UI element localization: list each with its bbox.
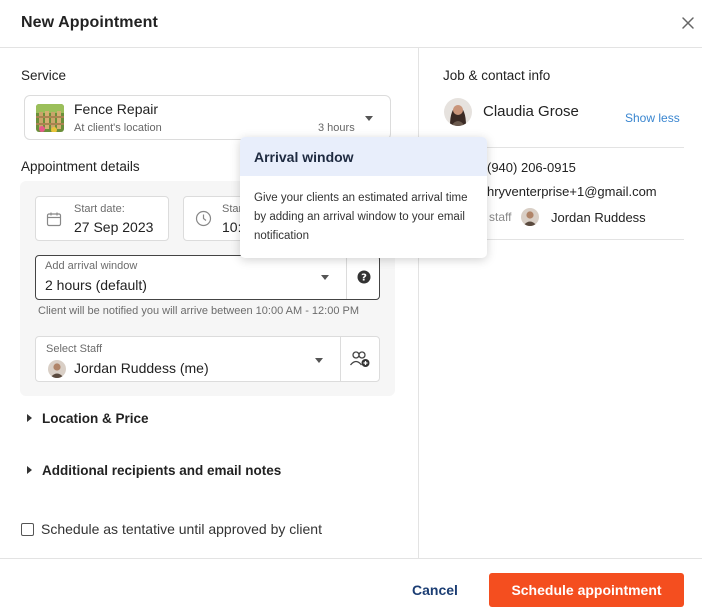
field-separator <box>340 337 341 381</box>
appointment-section-label: Appointment details <box>21 159 140 174</box>
arrival-window-label: Add arrival window <box>45 260 138 272</box>
help-icon[interactable]: ? <box>357 270 371 287</box>
close-icon[interactable] <box>678 13 698 33</box>
contact-name: Claudia Grose <box>483 103 579 120</box>
staff-select-value: Jordan Ruddess (me) <box>74 360 209 376</box>
service-select[interactable]: Fence Repair At client's location 3 hour… <box>24 95 391 140</box>
service-name: Fence Repair <box>74 101 159 117</box>
tooltip-body: Give your clients an estimated arrival t… <box>254 192 468 242</box>
location-price-expander[interactable]: Location & Price <box>42 411 149 426</box>
dialog-header: New Appointment <box>0 0 702 48</box>
schedule-appointment-button[interactable]: Schedule appointment <box>489 573 684 607</box>
cancel-button[interactable]: Cancel <box>401 574 469 606</box>
contact-staff-name: Jordan Ruddess <box>551 210 646 225</box>
chevron-down-icon[interactable] <box>321 275 329 280</box>
start-date-field[interactable]: Start date: 27 Sep 2023 <box>35 196 169 241</box>
arrival-window-hint: Client will be notified you will arrive … <box>38 305 359 317</box>
arrival-window-value: 2 hours (default) <box>45 277 147 293</box>
caret-right-icon[interactable] <box>27 414 32 422</box>
recipients-expander[interactable]: Additional recipients and email notes <box>42 463 281 478</box>
chevron-down-icon[interactable] <box>315 358 323 363</box>
start-date-label: Start date: <box>74 203 125 215</box>
tentative-checkbox-label[interactable]: Schedule as tentative until approved by … <box>41 521 322 537</box>
staff-avatar <box>521 208 539 226</box>
calendar-icon <box>46 211 62 230</box>
staff-select[interactable]: Select Staff Jordan Ruddess (me) <box>35 336 380 382</box>
contact-email[interactable]: hryventerprise+1@gmail.com <box>487 184 657 199</box>
contact-staff-label: staff <box>489 210 512 224</box>
service-duration: 3 hours <box>318 122 355 134</box>
caret-right-icon[interactable] <box>27 466 32 474</box>
footer-divider <box>0 558 702 559</box>
start-date-value: 27 Sep 2023 <box>74 219 154 235</box>
svg-text:?: ? <box>361 273 367 284</box>
service-location: At client's location <box>74 122 162 134</box>
dialog-title: New Appointment <box>21 14 158 31</box>
tentative-checkbox[interactable] <box>21 523 34 536</box>
contact-phone[interactable]: (940) 206-0915 <box>487 160 576 175</box>
show-less-link[interactable]: Show less <box>625 111 680 125</box>
arrival-window-tooltip: Arrival window Give your clients an esti… <box>240 137 487 258</box>
service-thumbnail <box>36 104 64 132</box>
contact-section-label: Job & contact info <box>443 68 551 83</box>
clock-icon <box>195 210 212 230</box>
tooltip-title: Arrival window <box>254 149 354 165</box>
arrival-window-select[interactable]: Add arrival window 2 hours (default) ? <box>35 255 380 300</box>
staff-select-label: Select Staff <box>46 343 103 355</box>
service-section-label: Service <box>21 68 67 83</box>
field-separator <box>346 256 347 299</box>
column-divider <box>418 48 419 558</box>
staff-avatar <box>48 360 66 378</box>
contact-avatar <box>444 98 472 126</box>
chevron-down-icon[interactable] <box>365 116 373 121</box>
add-staff-icon[interactable] <box>349 349 371 372</box>
